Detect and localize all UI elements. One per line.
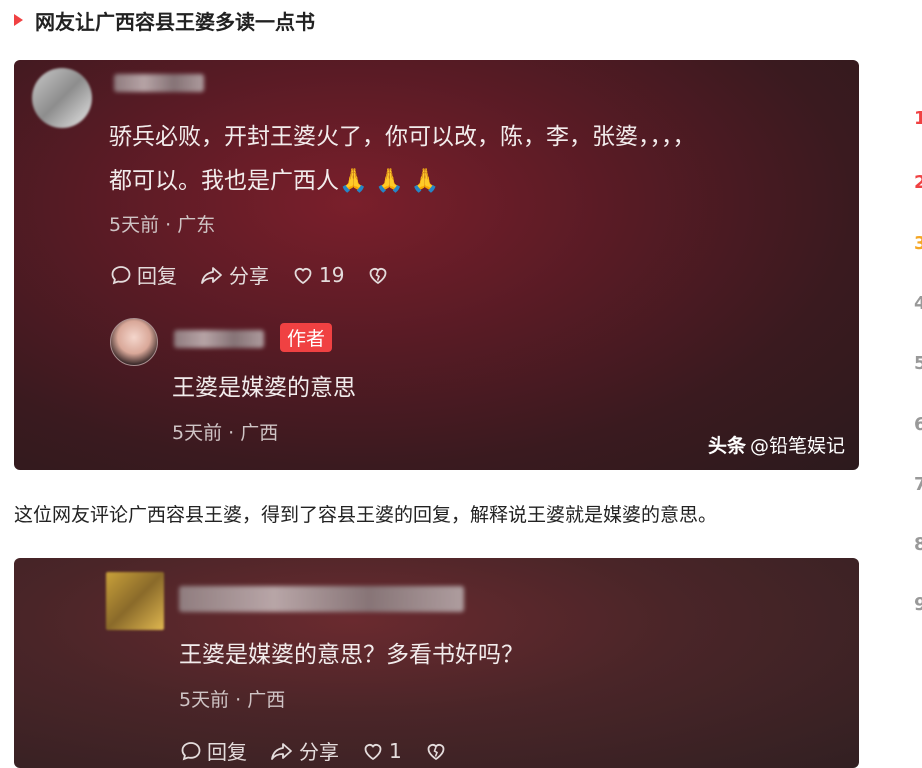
commenter-name-blurred bbox=[179, 586, 464, 612]
rank-7[interactable]: 7 bbox=[914, 474, 922, 495]
comment-actions: 回复 分享 1 bbox=[179, 736, 474, 765]
reply-button[interactable]: 回复 bbox=[109, 260, 177, 289]
heading-text: 网友让广西容县王婆多读一点书 bbox=[35, 9, 315, 34]
watermark-account: @铅笔娱记 bbox=[749, 435, 845, 457]
rank-4[interactable]: 4 bbox=[914, 293, 922, 314]
rank-2[interactable]: 2 bbox=[914, 172, 922, 193]
reply-label: 回复 bbox=[207, 740, 247, 764]
comment-screenshot-1: 骄兵必败，开封王婆火了，你可以改，陈，李，张婆，，，， 都可以。我也是广西人🙏 … bbox=[14, 60, 859, 470]
comment-actions: 回复 分享 19 bbox=[109, 260, 416, 289]
share-button[interactable]: 分享 bbox=[199, 260, 269, 289]
reply-meta: 5天前 · 广西 bbox=[172, 422, 279, 444]
rank-3[interactable]: 3 bbox=[914, 233, 922, 254]
share-arrow-icon bbox=[201, 266, 222, 284]
chat-bubble-icon bbox=[111, 265, 131, 284]
like-button[interactable]: 1 bbox=[361, 739, 402, 763]
reply-button[interactable]: 回复 bbox=[179, 736, 247, 765]
heart-icon bbox=[294, 267, 312, 284]
broken-heart-icon bbox=[370, 267, 387, 284]
comment-meta: 5天前 · 广东 bbox=[109, 214, 216, 236]
reply-text: 王婆是媒婆的意思 bbox=[172, 375, 356, 401]
comment-text-line-2: 都可以。我也是广西人🙏 🙏 🙏 bbox=[109, 168, 440, 194]
hot-list-sidebar: 1 2 3 4 5 6 7 8 9 bbox=[908, 0, 922, 762]
triangle-icon bbox=[14, 14, 23, 26]
author-name-blurred bbox=[174, 330, 264, 348]
dislike-button[interactable] bbox=[424, 739, 452, 763]
rank-1[interactable]: 1 bbox=[914, 108, 922, 129]
commenter-avatar bbox=[106, 572, 164, 630]
author-badge: 作者 bbox=[280, 323, 333, 352]
rank-8[interactable]: 8 bbox=[914, 534, 922, 555]
commenter-name-blurred bbox=[114, 74, 204, 92]
broken-heart-icon bbox=[427, 743, 445, 760]
comment-meta: 5天前 · 广西 bbox=[179, 689, 286, 711]
share-button[interactable]: 分享 bbox=[269, 736, 339, 765]
reply-label: 回复 bbox=[137, 264, 177, 288]
rank-6[interactable]: 6 bbox=[914, 414, 922, 435]
like-count: 1 bbox=[389, 738, 402, 763]
author-avatar bbox=[110, 318, 158, 366]
comment-text: 王婆是媒婆的意思？多看书好吗？ bbox=[179, 642, 524, 668]
comment-screenshot-2: 王婆是媒婆的意思？多看书好吗？ 5天前 · 广西 回复 分享 1 bbox=[14, 558, 859, 768]
like-button[interactable]: 19 bbox=[291, 263, 344, 287]
dislike-button[interactable] bbox=[366, 263, 394, 287]
share-label: 分享 bbox=[229, 264, 269, 288]
article-paragraph: 这位网友评论广西容县王婆，得到了容县王婆的回复，解释说王婆就是媒婆的意思。 bbox=[14, 504, 718, 526]
rank-9[interactable]: 9 bbox=[914, 594, 922, 615]
article-heading: 网友让广西容县王婆多读一点书 bbox=[14, 6, 315, 34]
comment-text-line-1: 骄兵必败，开封王婆火了，你可以改，陈，李，张婆，，，， bbox=[109, 124, 696, 150]
share-label: 分享 bbox=[299, 740, 339, 764]
toutiao-watermark: 头条 @铅笔娱记 bbox=[708, 431, 845, 458]
rank-5[interactable]: 5 bbox=[914, 353, 922, 374]
like-count: 19 bbox=[319, 262, 345, 287]
share-arrow-icon bbox=[271, 742, 292, 760]
heart-icon bbox=[364, 743, 382, 760]
commenter-avatar bbox=[32, 68, 92, 128]
watermark-brand: 头条 bbox=[707, 435, 746, 457]
chat-bubble-icon bbox=[181, 741, 201, 760]
